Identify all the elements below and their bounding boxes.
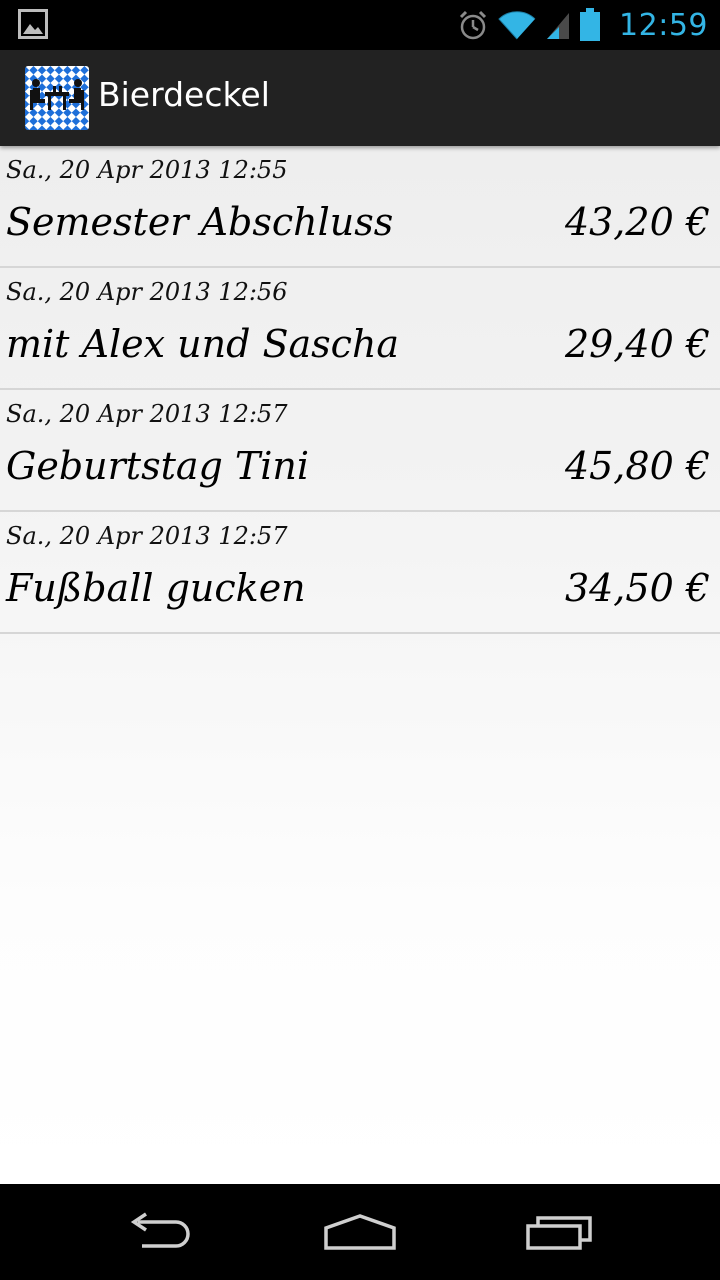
recent-apps-button[interactable] xyxy=(515,1202,605,1262)
back-button[interactable] xyxy=(115,1202,205,1262)
entry-amount: 43,20 € xyxy=(564,200,710,244)
entry-amount: 45,80 € xyxy=(564,444,710,488)
recent-apps-icon xyxy=(526,1216,592,1250)
list-item[interactable]: Sa., 20 Apr 2013 12:57 Fußball gucken 34… xyxy=(0,512,720,634)
bierdeckel-list: Sa., 20 Apr 2013 12:55 Semester Abschlus… xyxy=(0,146,720,634)
entry-name: Fußball gucken xyxy=(6,566,306,610)
home-button[interactable] xyxy=(315,1202,405,1262)
list-item[interactable]: Sa., 20 Apr 2013 12:55 Semester Abschlus… xyxy=(0,146,720,268)
app-title: Bierdeckel xyxy=(98,75,270,114)
entry-name: mit Alex und Sascha xyxy=(6,322,400,366)
list-item[interactable]: Sa., 20 Apr 2013 12:57 Geburtstag Tini 4… xyxy=(0,390,720,512)
clock: 12:59 xyxy=(619,7,708,43)
action-bar: Bierdeckel xyxy=(0,50,720,146)
alarm-icon xyxy=(459,10,487,40)
battery-icon xyxy=(580,8,601,41)
back-icon xyxy=(130,1212,190,1248)
gallery-notification-icon xyxy=(18,9,48,39)
app-logo-icon[interactable] xyxy=(25,66,89,130)
navigation-bar xyxy=(0,1184,720,1280)
status-bar: 12:59 xyxy=(0,0,720,50)
entry-name: Geburtstag Tini xyxy=(6,444,310,488)
entry-name: Semester Abschluss xyxy=(6,200,394,244)
entry-amount: 34,50 € xyxy=(564,566,710,610)
entry-date: Sa., 20 Apr 2013 12:56 xyxy=(6,278,288,306)
wifi-icon xyxy=(498,11,536,40)
home-icon xyxy=(324,1214,396,1250)
entry-date: Sa., 20 Apr 2013 12:57 xyxy=(6,400,288,428)
list-item[interactable]: Sa., 20 Apr 2013 12:56 mit Alex und Sasc… xyxy=(0,268,720,390)
status-icons: 12:59 xyxy=(457,0,708,50)
entry-amount: 29,40 € xyxy=(564,322,710,366)
entry-date: Sa., 20 Apr 2013 12:57 xyxy=(6,522,288,550)
signal-icon xyxy=(547,13,570,39)
entry-date: Sa., 20 Apr 2013 12:55 xyxy=(6,156,288,184)
